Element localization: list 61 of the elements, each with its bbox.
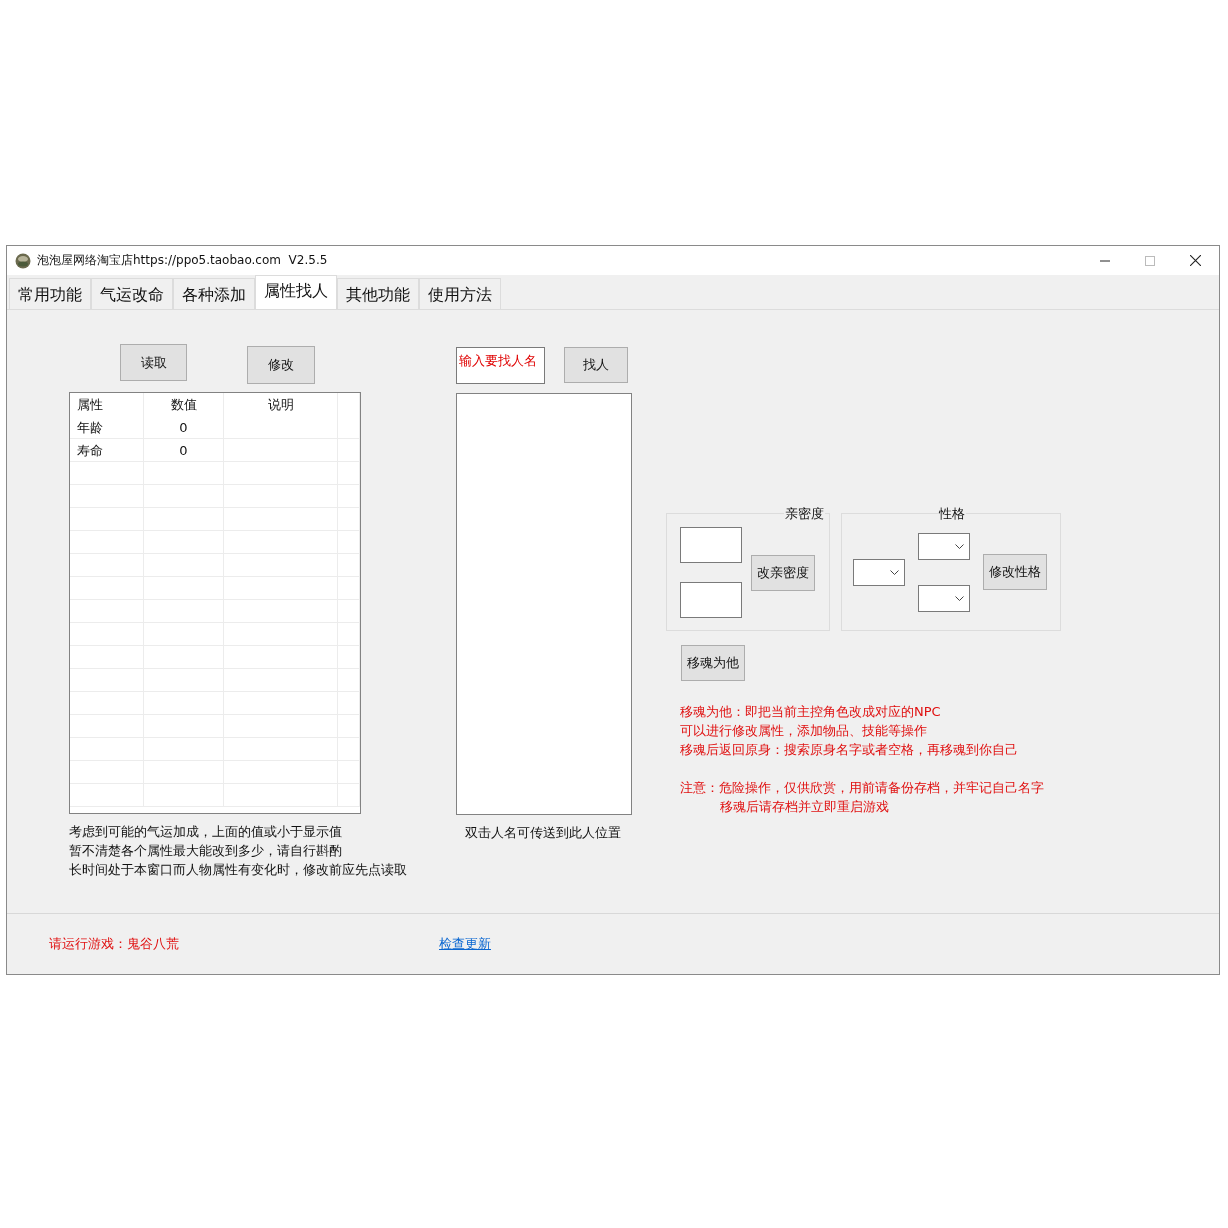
chevron-icon: [955, 543, 964, 549]
modify-button[interactable]: 修改: [247, 346, 315, 384]
window-title: 泡泡屋网络淘宝店https://ppo5.taobao.com V2.5.5: [37, 252, 328, 269]
status-text: 请运行游戏：鬼谷八荒: [49, 935, 180, 953]
close-icon[interactable]: [1190, 255, 1201, 266]
find-button[interactable]: 找人: [564, 347, 628, 383]
table-cell: [338, 692, 360, 715]
table-cell: [338, 485, 360, 508]
note-text: 长时间处于本窗口而人物属性有变化时，修改前应先点读取: [69, 861, 407, 879]
warning-text: 注意：危险操作，仅供欣赏，用前请备份存档，并牢记自己名字: [680, 779, 1044, 797]
change-personality-button[interactable]: 修改性格: [983, 554, 1047, 590]
check-update-link[interactable]: 检查更新: [439, 935, 491, 953]
change-intimacy-button[interactable]: 改亲密度: [751, 554, 815, 591]
table-cell: [338, 738, 360, 761]
table-cell: [338, 784, 360, 807]
note-text: 暂不清楚各个属性最大能改到多少，请自行斟酌: [69, 842, 342, 860]
table-cell: 年龄: [70, 416, 144, 439]
warning-text: 可以进行修改属性，添加物品、技能等操作: [680, 722, 927, 740]
tab[interactable]: 气运改命: [91, 278, 173, 309]
warning-text: 移魂为他：即把当前主控角色改成对应的NPC: [680, 703, 941, 721]
dropdown[interactable]: [918, 584, 970, 612]
possess-button[interactable]: 移魂为他: [681, 645, 745, 681]
hint-text: 双击人名可传送到此人位置: [465, 824, 622, 842]
name-search-field[interactable]: 输入要找人名: [456, 347, 545, 384]
globe-icon: [15, 252, 31, 269]
input-field[interactable]: [680, 527, 742, 563]
chevron-icon: [890, 569, 899, 575]
table-cell: [338, 531, 360, 554]
table-cell: [338, 646, 360, 669]
read-button[interactable]: 读取: [120, 344, 187, 381]
tab[interactable]: 属性找人: [255, 275, 337, 309]
table-cell: [338, 416, 360, 439]
tab[interactable]: 其他功能: [337, 278, 419, 309]
dropdown[interactable]: [853, 558, 905, 586]
column-header[interactable]: 属性: [70, 393, 144, 417]
table-cell: 0: [144, 416, 224, 439]
table-cell: [338, 600, 360, 623]
table-cell: 0: [144, 439, 224, 462]
note-text: 考虑到可能的气运加成，上面的值或小于显示值: [69, 823, 342, 841]
input-field[interactable]: [680, 582, 742, 618]
table-cell: [338, 577, 360, 600]
table-cell: [338, 623, 360, 646]
table-cell: [338, 669, 360, 692]
tab[interactable]: 使用方法: [419, 278, 501, 309]
chevron-icon: [955, 595, 964, 601]
table-cell: 寿命: [70, 439, 144, 462]
dropdown[interactable]: [918, 532, 970, 560]
tab[interactable]: 各种添加: [173, 278, 255, 309]
group-title: 性格: [938, 505, 966, 523]
table-cell: [338, 761, 360, 784]
column-header[interactable]: 数值: [144, 393, 224, 417]
table-cell: [338, 439, 360, 462]
warning-text: 移魂后请存档并立即重启游戏: [719, 798, 889, 816]
tab[interactable]: 常用功能: [9, 278, 91, 309]
table-cell: [338, 715, 360, 738]
table-cell: [338, 508, 360, 531]
warning-text: 移魂后返回原身：搜索原身名字或者空格，再移魂到你自己: [680, 741, 1018, 759]
table-cell: [338, 462, 360, 485]
table-cell: [338, 554, 360, 577]
group-title: 亲密度: [784, 505, 825, 523]
column-header[interactable]: 说明: [224, 393, 338, 417]
